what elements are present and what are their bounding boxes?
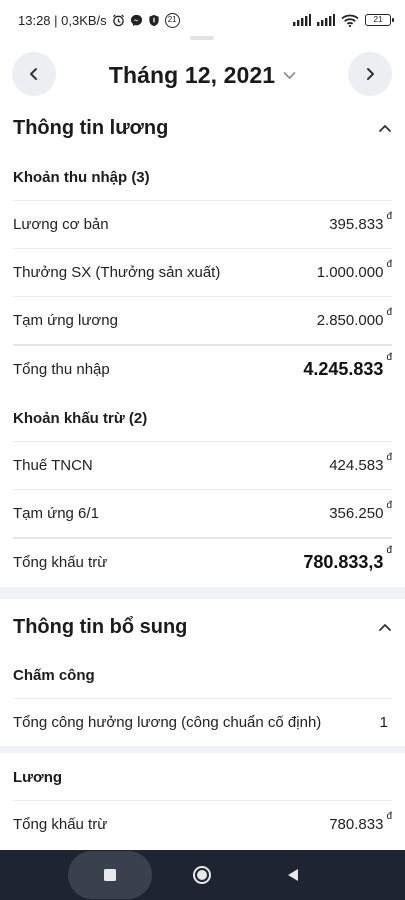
deduction-group-title: Khoản khấu trừ (2): [13, 410, 148, 427]
currency-symbol: đ: [386, 351, 392, 363]
row-value: 780.833,3 đ: [303, 545, 392, 573]
amount: 4.245.833: [303, 358, 384, 379]
prev-month-button[interactable]: [12, 52, 56, 96]
row-label: Lương cơ bản: [13, 216, 109, 233]
pull-handle[interactable]: [190, 36, 214, 40]
status-bar: 13:28 | 0,3KB/s 21 21: [0, 0, 405, 40]
messenger-icon: [130, 14, 143, 27]
section-title: Thông tin lương: [13, 116, 169, 139]
home-icon[interactable]: [190, 863, 214, 887]
currency-symbol: đ: [386, 307, 392, 318]
section-divider: [0, 587, 405, 599]
currency-symbol: đ: [386, 544, 392, 556]
group-divider: [0, 746, 405, 753]
row-value: 1: [379, 714, 388, 731]
income-row: Lương cơ bản 395.833 đ: [13, 200, 392, 248]
shield-icon: [148, 14, 160, 27]
recents-icon[interactable]: [98, 863, 122, 887]
income-group-title: Khoản thu nhập (3): [13, 169, 150, 186]
row-value: 356.250 đ: [329, 500, 392, 522]
amount: 395.833: [329, 216, 384, 233]
row-label: Thuế TNCN: [13, 457, 93, 474]
currency-symbol: đ: [386, 259, 392, 270]
alarm-icon: [112, 14, 125, 27]
salary-group-title: Lương: [13, 769, 63, 786]
wifi-icon: [341, 14, 359, 27]
month-header: Tháng 12, 2021: [0, 52, 405, 98]
amount: 780.833,3: [303, 551, 384, 572]
chevron-up-icon[interactable]: [378, 622, 392, 632]
row-label: Tổng thu nhập: [13, 360, 110, 378]
next-month-button[interactable]: [348, 52, 392, 96]
amount: 780.833: [329, 816, 384, 833]
row-value: 1.000.000 đ: [316, 259, 392, 281]
section-title: Thông tin bổ sung: [13, 615, 188, 638]
back-icon[interactable]: [281, 863, 305, 887]
row-label: Tạm ứng 6/1: [13, 505, 99, 522]
row-label: Tổng công hưởng lương (công chuẩn cố địn…: [13, 714, 322, 731]
battery-level: 21: [373, 15, 383, 24]
currency-symbol: đ: [386, 500, 392, 511]
status-left: 13:28 | 0,3KB/s 21: [18, 12, 180, 28]
currency-symbol: đ: [386, 811, 392, 822]
row-label: Tạm ứng lương: [13, 312, 118, 329]
status-time-speed: 13:28 | 0,3KB/s: [18, 12, 107, 28]
chevron-up-icon[interactable]: [378, 123, 392, 133]
extra-section-header[interactable]: Thông tin bổ sung: [0, 607, 405, 647]
currency-symbol: đ: [386, 452, 392, 463]
income-total-row: Tổng thu nhập 4.245.833 đ: [13, 344, 392, 392]
amount: 356.250: [329, 505, 384, 522]
salary-extra-row: Tổng khấu trừ 780.833 đ: [13, 800, 392, 848]
deduction-total-row: Tổng khấu trừ 780.833,3 đ: [13, 537, 392, 585]
signal-icon-2: [317, 14, 335, 26]
chevron-right-icon: [363, 67, 377, 81]
amount: 424.583: [329, 457, 384, 474]
deduction-row: Thuế TNCN 424.583 đ: [13, 441, 392, 489]
income-row: Thưởng SX (Thưởng sản xuất) 1.000.000 đ: [13, 248, 392, 296]
row-label: Thưởng SX (Thưởng sản xuất): [13, 264, 221, 281]
attendance-row: Tổng công hưởng lương (công chuẩn cố địn…: [13, 698, 392, 746]
chevron-down-icon: [283, 71, 296, 80]
row-label: Tổng khấu trừ: [13, 816, 108, 833]
row-label: Tổng khấu trừ: [13, 553, 108, 571]
deduction-row: Tạm ứng 6/1 356.250 đ: [13, 489, 392, 537]
month-title: Tháng 12, 2021: [108, 61, 276, 88]
row-value: 780.833 đ: [329, 811, 392, 833]
amount: 1.000.000: [316, 264, 384, 281]
salary-section-header[interactable]: Thông tin lương: [0, 108, 405, 148]
notification-count-icon: 21: [164, 12, 180, 28]
attendance-group-title: Chấm công: [13, 667, 95, 684]
row-value: 424.583 đ: [329, 452, 392, 474]
row-value: 4.245.833 đ: [303, 352, 392, 380]
amount: 2.850.000: [316, 312, 384, 329]
currency-symbol: đ: [386, 211, 392, 222]
row-value: 395.833 đ: [329, 211, 392, 233]
notification-count: 21: [167, 15, 177, 24]
status-right: 21: [293, 14, 394, 27]
chevron-left-icon: [27, 67, 41, 81]
system-nav-bar: [0, 850, 405, 900]
battery-icon: 21: [365, 14, 394, 26]
signal-icon-1: [293, 14, 311, 26]
row-value: 2.850.000 đ: [316, 307, 392, 329]
month-selector[interactable]: Tháng 12, 2021: [109, 62, 296, 89]
income-row: Tạm ứng lương 2.850.000 đ: [13, 296, 392, 344]
